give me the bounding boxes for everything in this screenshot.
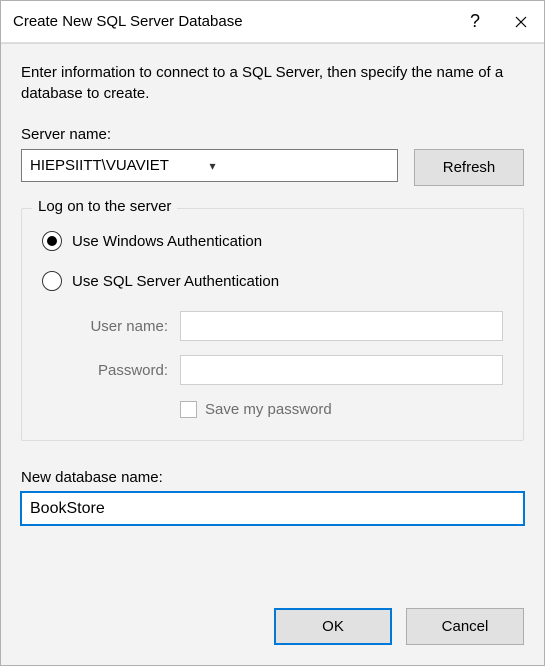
dbname-label: New database name: — [21, 469, 524, 486]
dialog-window: Create New SQL Server Database ? Enter i… — [0, 0, 545, 666]
radio-icon — [42, 271, 62, 291]
save-password-label: Save my password — [205, 401, 332, 418]
radio-windows-auth[interactable]: Use Windows Authentication — [42, 231, 503, 251]
save-password-row: Save my password — [180, 401, 503, 418]
logon-group: Log on to the server Use Windows Authent… — [21, 208, 524, 441]
chevron-down-icon: ▾ — [210, 159, 390, 173]
close-button[interactable] — [498, 1, 544, 43]
intro-text: Enter information to connect to a SQL Se… — [21, 62, 524, 104]
dbname-field[interactable] — [21, 492, 524, 525]
close-icon — [515, 16, 527, 28]
radio-icon — [42, 231, 62, 251]
save-password-checkbox — [180, 401, 197, 418]
password-field — [180, 355, 503, 385]
help-icon: ? — [470, 11, 480, 32]
radio-sql-auth[interactable]: Use SQL Server Authentication — [42, 271, 503, 291]
dialog-body: Enter information to connect to a SQL Se… — [1, 43, 544, 665]
titlebar: Create New SQL Server Database ? — [1, 1, 544, 43]
username-label: User name: — [62, 318, 172, 335]
dialog-footer: OK Cancel — [21, 590, 524, 645]
password-label: Password: — [62, 362, 172, 379]
radio-sql-auth-label: Use SQL Server Authentication — [72, 273, 279, 290]
cancel-button[interactable]: Cancel — [406, 608, 524, 645]
server-name-combo[interactable]: HIEPSIITT\VUAVIET ▾ — [21, 149, 398, 182]
refresh-button[interactable]: Refresh — [414, 149, 524, 186]
ok-button[interactable]: OK — [274, 608, 392, 645]
username-field — [180, 311, 503, 341]
window-title: Create New SQL Server Database — [1, 13, 452, 30]
logon-legend: Log on to the server — [32, 198, 177, 215]
help-button[interactable]: ? — [452, 1, 498, 43]
server-name-label: Server name: — [21, 126, 524, 143]
radio-windows-auth-label: Use Windows Authentication — [72, 233, 262, 250]
server-name-value: HIEPSIITT\VUAVIET — [30, 157, 210, 174]
